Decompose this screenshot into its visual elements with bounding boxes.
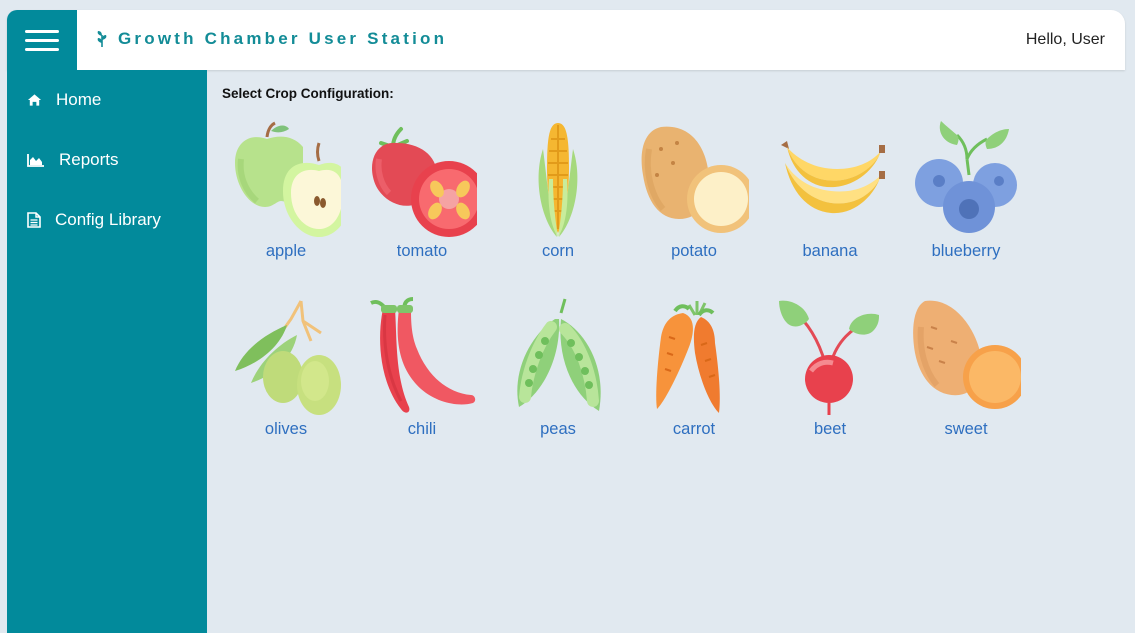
document-icon xyxy=(27,212,41,228)
crop-corn[interactable]: corn xyxy=(490,119,626,269)
chili-icon xyxy=(370,297,476,413)
home-icon xyxy=(27,94,42,106)
sidebar-item-label: Config Library xyxy=(55,210,161,229)
crop-label: banana xyxy=(802,242,858,260)
menu-line xyxy=(25,29,59,33)
crop-label: apple xyxy=(265,242,307,260)
crop-label: peas xyxy=(540,420,576,438)
crop-blueberry[interactable]: blueberry xyxy=(898,119,1034,269)
crop-carrot[interactable]: carrot xyxy=(626,297,762,447)
sidebar-item-home[interactable]: Home xyxy=(27,90,101,110)
main-content: Select Crop Configuration: apple tomato … xyxy=(207,70,1125,633)
crop-apple[interactable]: apple xyxy=(218,119,354,269)
crop-label: carrot xyxy=(672,420,716,438)
crop-olives[interactable]: olives xyxy=(218,297,354,447)
app-window: Growth Chamber User Station Hello, User … xyxy=(7,10,1125,633)
sidebar-item-config-library[interactable]: Config Library xyxy=(27,210,161,230)
crop-label: tomato xyxy=(396,242,448,260)
beet-icon xyxy=(779,300,879,415)
area-chart-icon xyxy=(27,154,44,167)
app-brand: Growth Chamber User Station xyxy=(95,29,447,49)
crop-label: sweet xyxy=(944,420,988,438)
crop-label: potato xyxy=(671,242,717,260)
crop-label: corn xyxy=(541,242,575,260)
leaf-icon xyxy=(97,31,107,47)
corn-icon xyxy=(538,123,578,237)
crop-label: olives xyxy=(264,420,308,438)
crop-chili[interactable]: chili xyxy=(354,297,490,447)
menu-line xyxy=(25,38,59,42)
app-title: Growth Chamber User Station xyxy=(118,29,448,48)
olives-icon xyxy=(235,300,341,415)
crop-sweet[interactable]: sweet xyxy=(898,297,1034,447)
user-greeting: Hello, User xyxy=(1025,31,1105,48)
carrot-icon xyxy=(656,301,720,413)
blueberry-icon xyxy=(915,121,1017,233)
crop-label: beet xyxy=(813,420,847,438)
sidebar-item-reports[interactable]: Reports xyxy=(27,150,119,170)
crop-label: blueberry xyxy=(931,242,1001,260)
crop-label: chili xyxy=(407,420,437,438)
apple-icon xyxy=(235,121,341,237)
section-title: Select Crop Configuration: xyxy=(222,86,394,101)
sidebar-item-label: Home xyxy=(56,90,102,109)
top-bar: Growth Chamber User Station Hello, User xyxy=(7,10,1125,70)
crop-tomato[interactable]: tomato xyxy=(354,119,490,269)
sidebar-item-label: Reports xyxy=(59,150,119,169)
crop-banana[interactable]: banana xyxy=(762,119,898,269)
banana-icon xyxy=(781,141,885,214)
tomato-icon xyxy=(372,127,477,237)
potato-icon xyxy=(641,126,749,233)
peas-icon xyxy=(517,298,601,411)
crop-beet[interactable]: beet xyxy=(762,297,898,447)
menu-line xyxy=(25,47,59,51)
crop-peas[interactable]: peas xyxy=(490,297,626,447)
sidebar: Home Reports Config Library xyxy=(7,70,207,633)
menu-toggle-button[interactable] xyxy=(7,10,77,70)
crop-potato[interactable]: potato xyxy=(626,119,762,269)
sweet-potato-icon xyxy=(913,300,1021,409)
